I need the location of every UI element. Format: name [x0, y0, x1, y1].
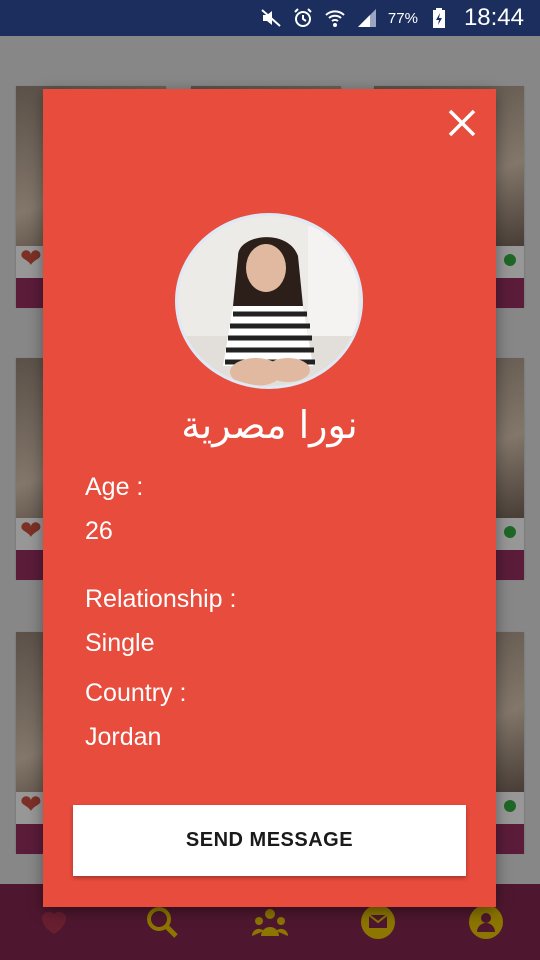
battery-icon	[428, 7, 450, 29]
signal-icon	[356, 7, 378, 29]
profile-name: نورا مصرية	[181, 403, 358, 447]
country-label: Country :	[85, 679, 187, 707]
wifi-icon	[324, 7, 346, 29]
relationship-label: Relationship :	[85, 585, 237, 613]
country-value: Jordan	[85, 723, 162, 751]
battery-percent: 77%	[387, 9, 418, 27]
relationship-value: Single	[85, 629, 155, 657]
age-label: Age :	[85, 473, 144, 501]
profile-dialog: نورا مصرية Age : 26 Relationship : Singl…	[43, 89, 496, 907]
mute-icon	[260, 7, 282, 29]
close-icon[interactable]	[444, 105, 480, 141]
clock-time: 18:44	[463, 4, 524, 31]
send-message-button[interactable]: SEND MESSAGE	[73, 805, 466, 876]
age-value: 26	[85, 517, 113, 545]
alarm-icon	[292, 7, 314, 29]
avatar	[175, 213, 363, 389]
status-icons: 77% 18:44	[260, 0, 524, 36]
status-bar: 77% 18:44	[0, 0, 540, 36]
